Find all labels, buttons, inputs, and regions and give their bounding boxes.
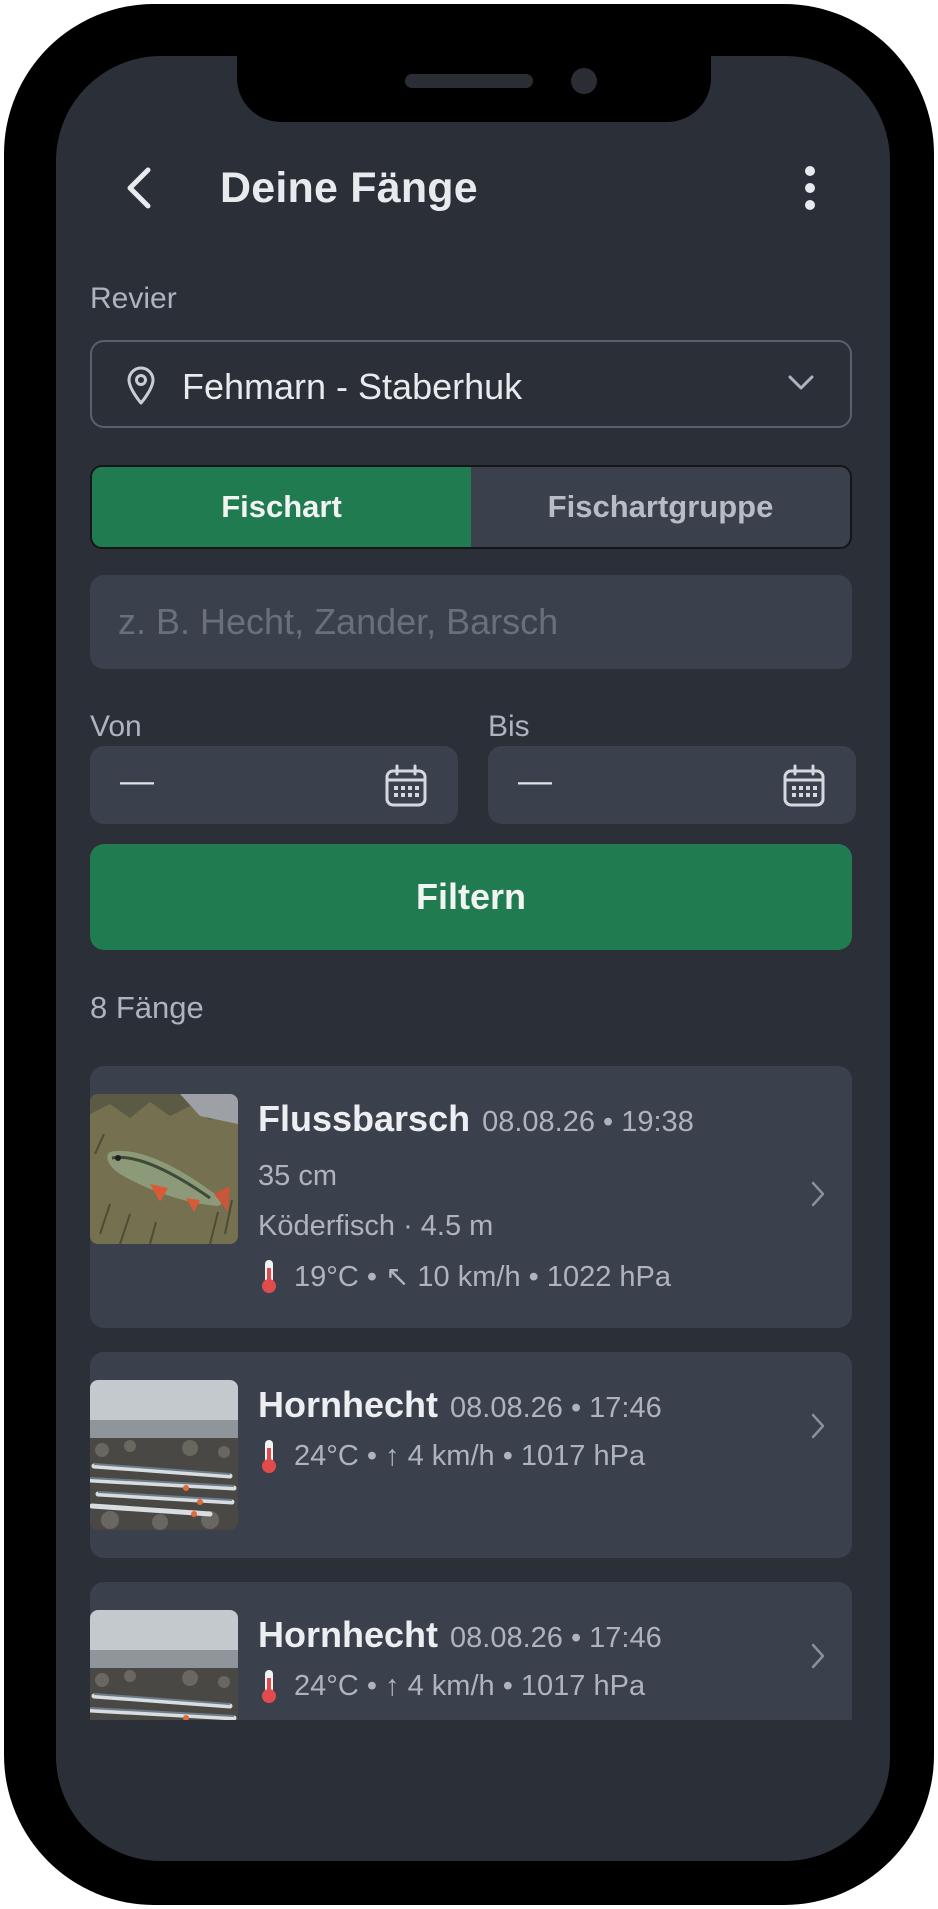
species-search-input[interactable] <box>90 575 852 669</box>
revier-label: Revier <box>90 282 177 315</box>
catch-list[interactable]: Flussbarsch 08.08.26 • 19:38 35 cm Köderf… <box>90 1066 852 1720</box>
chevron-down-icon <box>788 375 814 390</box>
species-name: Hornhecht <box>258 1614 438 1655</box>
filter-button[interactable]: Filtern <box>90 844 852 950</box>
chevron-right-icon <box>811 1181 825 1207</box>
speaker-grille <box>405 74 533 88</box>
thermometer-icon <box>262 1260 276 1293</box>
catch-title: Hornhecht 08.08.26 • 17:46 <box>258 1384 662 1426</box>
catch-datetime: 08.08.26 • 17:46 <box>450 1622 662 1654</box>
calendar-icon <box>385 764 427 807</box>
revier-value: Fehmarn - Staberhuk <box>182 366 523 407</box>
weather-text: 19°C • ↖ 10 km/h • 1022 hPa <box>294 1260 672 1293</box>
front-camera <box>571 68 597 94</box>
catch-length: 35 cm <box>258 1160 337 1192</box>
tab-fischart[interactable]: Fischart <box>92 467 471 547</box>
from-label: Von <box>90 710 142 743</box>
from-date-field[interactable]: — <box>90 746 458 824</box>
to-label: Bis <box>488 710 530 743</box>
catch-photo <box>90 1610 238 1720</box>
catch-bait-depth: Köderfisch · 4.5 m <box>258 1210 494 1242</box>
map-pin-icon <box>127 366 155 405</box>
catch-card[interactable]: Hornhecht 08.08.26 • 17:46 24°C • ↑ 4 km/… <box>90 1582 852 1720</box>
species-name: Flussbarsch <box>258 1098 471 1139</box>
catch-photo <box>90 1380 238 1530</box>
species-name: Hornhecht <box>258 1384 438 1425</box>
more-vertical-icon <box>805 166 815 210</box>
thermometer-icon <box>262 1440 276 1473</box>
catch-title: Flussbarsch 08.08.26 • 19:38 <box>258 1098 694 1140</box>
catch-card[interactable]: Hornhecht 08.08.26 • 17:46 24°C • ↑ 4 km/… <box>90 1352 852 1558</box>
catch-datetime: 08.08.26 • 17:46 <box>450 1392 662 1424</box>
species-mode-toggle: Fischart Fischartgruppe <box>90 465 852 549</box>
tab-fischartgruppe[interactable]: Fischartgruppe <box>471 467 850 547</box>
catch-title: Hornhecht 08.08.26 • 17:46 <box>258 1614 662 1656</box>
to-date-field[interactable]: — <box>488 746 856 824</box>
catch-datetime: 08.08.26 • 19:38 <box>482 1106 694 1138</box>
weather-text: 24°C • ↑ 4 km/h • 1017 hPa <box>294 1669 646 1702</box>
catch-weather: 19°C • ↖ 10 km/h • 1022 hPa <box>258 1258 671 1294</box>
catch-weather: 24°C • ↑ 4 km/h • 1017 hPa <box>258 1668 645 1704</box>
from-date-value: — <box>120 762 154 800</box>
catch-card[interactable]: Flussbarsch 08.08.26 • 19:38 35 cm Köderf… <box>90 1066 852 1328</box>
thermometer-icon <box>262 1670 276 1703</box>
chevron-right-icon <box>811 1413 825 1439</box>
page-title: Deine Fänge <box>220 164 478 212</box>
top-app-bar: Deine Fänge <box>56 146 890 226</box>
to-date-value: — <box>518 762 552 800</box>
calendar-icon <box>783 764 825 807</box>
chevron-left-icon <box>127 167 151 209</box>
app-screen: Deine Fänge Revier Fehmarn - Staberhuk F… <box>56 56 890 1861</box>
more-options-button[interactable] <box>782 160 838 216</box>
notch <box>237 56 711 122</box>
phone-frame: Deine Fänge Revier Fehmarn - Staberhuk F… <box>4 4 934 1905</box>
weather-text: 24°C • ↑ 4 km/h • 1017 hPa <box>294 1439 646 1472</box>
catch-count: 8 Fänge <box>90 990 204 1025</box>
back-button[interactable] <box>112 160 168 216</box>
chevron-right-icon <box>811 1643 825 1669</box>
catch-weather: 24°C • ↑ 4 km/h • 1017 hPa <box>258 1438 645 1474</box>
revier-select[interactable]: Fehmarn - Staberhuk <box>90 340 852 428</box>
catch-photo <box>90 1094 238 1244</box>
